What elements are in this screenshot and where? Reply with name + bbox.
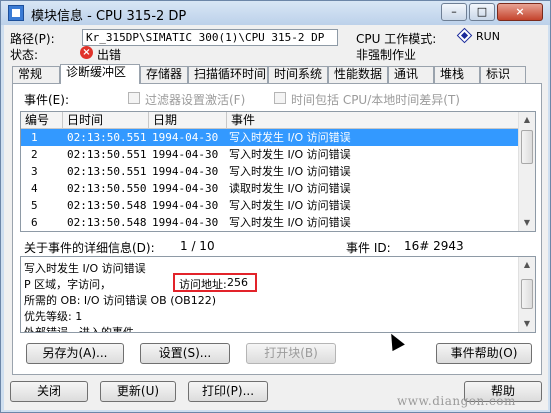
row-number: 2: [31, 148, 38, 161]
scroll-thumb[interactable]: [521, 279, 533, 309]
dialog-client-area: 路径(P): Kr_315DP\SIMATIC 300(1)\CPU 315-2…: [4, 25, 548, 410]
column-header-event[interactable]: 事件: [227, 112, 519, 129]
settings-button[interactable]: 设置(S)...: [140, 343, 230, 364]
table-row[interactable]: 4 02:13:50.550 1994-04-30 读取时发生 I/O 访问错误: [21, 180, 519, 197]
path-field[interactable]: Kr_315DP\SIMATIC 300(1)\CPU 315-2 DP: [82, 29, 338, 46]
row-date: 1994-04-30: [152, 131, 219, 144]
table-row[interactable]: 1 02:13:50.551 1994-04-30 写入时发生 I/O 访问错误: [21, 129, 519, 146]
events-scrollbar[interactable]: ▲ ▼: [518, 112, 535, 231]
detail-line: 优先等级: 1: [24, 310, 83, 323]
row-time: 02:13:50.548: [67, 199, 147, 212]
row-event: 写入时发生 I/O 访问错误: [229, 148, 351, 161]
scroll-up-arrow-icon[interactable]: ▲: [519, 257, 535, 273]
print-button[interactable]: 打印(P)...: [188, 381, 268, 402]
status-label: 状态:: [10, 48, 39, 62]
row-date: 1994-04-30: [152, 148, 219, 161]
event-id-value: 16# 2943: [404, 239, 464, 253]
row-event: 写入时发生 I/O 访问错误: [229, 131, 351, 144]
details-scrollbar[interactable]: ▲ ▼: [518, 257, 535, 332]
detail-line: 外部错误，进入的事件: [24, 326, 134, 333]
detail-line: 所需的 OB: I/O 访问错误 OB (OB122): [24, 294, 216, 307]
title-bar[interactable]: 模块信息 - CPU 315-2 DP – □ ×: [1, 1, 550, 25]
row-number: 6: [31, 216, 38, 229]
scroll-down-arrow-icon[interactable]: ▼: [519, 215, 535, 231]
tab-performance-data[interactable]: 性能数据: [328, 66, 388, 83]
time-difference-checkbox-label: 时间包括 CPU/本地时间差异(T): [291, 93, 460, 107]
row-time: 02:13:50.550: [67, 182, 147, 195]
module-info-icon: [8, 5, 24, 21]
tab-identification[interactable]: 标识: [480, 66, 526, 83]
row-number: 3: [31, 165, 38, 178]
scroll-down-arrow-icon[interactable]: ▼: [519, 316, 535, 332]
row-number: 1: [31, 131, 38, 144]
row-event: 写入时发生 I/O 访问错误: [229, 165, 351, 178]
details-label: 关于事件的详细信息(D):: [24, 241, 155, 255]
event-id-label: 事件 ID:: [346, 241, 391, 255]
module-info-window: 模块信息 - CPU 315-2 DP – □ × 路径(P): Kr_315D…: [0, 0, 551, 413]
update-button[interactable]: 更新(U): [100, 381, 176, 402]
time-difference-checkbox[interactable]: [274, 92, 286, 104]
event-details-text[interactable]: 写入时发生 I/O 访问错误 P 区域，字访问， 访问地址: 256 所需的 O…: [20, 256, 536, 333]
tab-time-system[interactable]: 时间系统: [268, 66, 328, 83]
table-row[interactable]: 3 02:13:50.551 1994-04-30 写入时发生 I/O 访问错误: [21, 163, 519, 180]
row-number: 5: [31, 199, 38, 212]
cpu-mode-value: RUN: [476, 30, 500, 43]
window-title: 模块信息 - CPU 315-2 DP: [31, 9, 187, 24]
open-block-button[interactable]: 打开块(B): [246, 343, 336, 364]
detail-line: P 区域，字访问，: [24, 278, 112, 291]
table-header: 编号 日时间 日期 事件: [21, 112, 519, 129]
filter-checkbox-label: 过滤器设置激活(F): [145, 93, 246, 107]
column-header-number[interactable]: 编号: [21, 112, 63, 129]
events-table[interactable]: 编号 日时间 日期 事件 1 02:13:50.551 1994-04-30 写…: [20, 111, 536, 232]
scroll-thumb[interactable]: [521, 130, 533, 164]
row-time: 02:13:50.551: [67, 131, 147, 144]
detail-line: 写入时发生 I/O 访问错误: [24, 262, 146, 275]
row-time: 02:13:50.551: [67, 165, 147, 178]
tab-general[interactable]: 常规: [12, 66, 60, 83]
row-event: 写入时发生 I/O 访问错误: [229, 216, 351, 229]
highlight-box: [173, 273, 257, 292]
filter-checkbox[interactable]: [128, 92, 140, 104]
tab-scan-cycle-time[interactable]: 扫描循环时间: [188, 66, 268, 83]
status-value: 出错: [97, 48, 122, 62]
error-icon: ×: [80, 46, 93, 59]
table-row[interactable]: 5 02:13:50.548 1994-04-30 写入时发生 I/O 访问错误: [21, 197, 519, 214]
close-window-button[interactable]: ×: [497, 3, 543, 21]
watermark: www.diangon.com: [397, 394, 516, 408]
event-counter: 1 / 10: [180, 239, 215, 253]
force-status: 非强制作业: [356, 48, 417, 62]
tab-memory[interactable]: 存储器: [140, 66, 188, 83]
path-label: 路径(P):: [10, 32, 55, 46]
tab-stack[interactable]: 堆栈: [434, 66, 480, 83]
events-label: 事件(E):: [24, 93, 69, 107]
scroll-up-arrow-icon[interactable]: ▲: [519, 112, 535, 128]
row-number: 4: [31, 182, 38, 195]
tab-diagnostic-buffer[interactable]: 诊断缓冲区: [60, 64, 140, 84]
minimize-button[interactable]: –: [441, 3, 467, 21]
row-date: 1994-04-30: [152, 216, 219, 229]
save-as-button[interactable]: 另存为(A)...: [26, 343, 124, 364]
cpu-mode-label: CPU 工作模式:: [356, 32, 437, 46]
event-help-button[interactable]: 事件帮助(O): [436, 343, 532, 364]
tab-communication[interactable]: 通讯: [388, 66, 434, 83]
row-date: 1994-04-30: [152, 182, 219, 195]
table-row[interactable]: 2 02:13:50.551 1994-04-30 写入时发生 I/O 访问错误: [21, 146, 519, 163]
row-event: 写入时发生 I/O 访问错误: [229, 199, 351, 212]
table-row[interactable]: 6 02:13:50.548 1994-04-30 写入时发生 I/O 访问错误: [21, 214, 519, 231]
close-button[interactable]: 关闭: [10, 381, 88, 402]
column-header-date[interactable]: 日期: [149, 112, 227, 129]
run-mode-icon: [456, 27, 473, 44]
row-event: 读取时发生 I/O 访问错误: [229, 182, 351, 195]
row-time: 02:13:50.551: [67, 148, 147, 161]
maximize-button[interactable]: □: [469, 3, 495, 21]
row-date: 1994-04-30: [152, 165, 219, 178]
row-date: 1994-04-30: [152, 199, 219, 212]
row-time: 02:13:50.548: [67, 216, 147, 229]
column-header-time[interactable]: 日时间: [63, 112, 149, 129]
